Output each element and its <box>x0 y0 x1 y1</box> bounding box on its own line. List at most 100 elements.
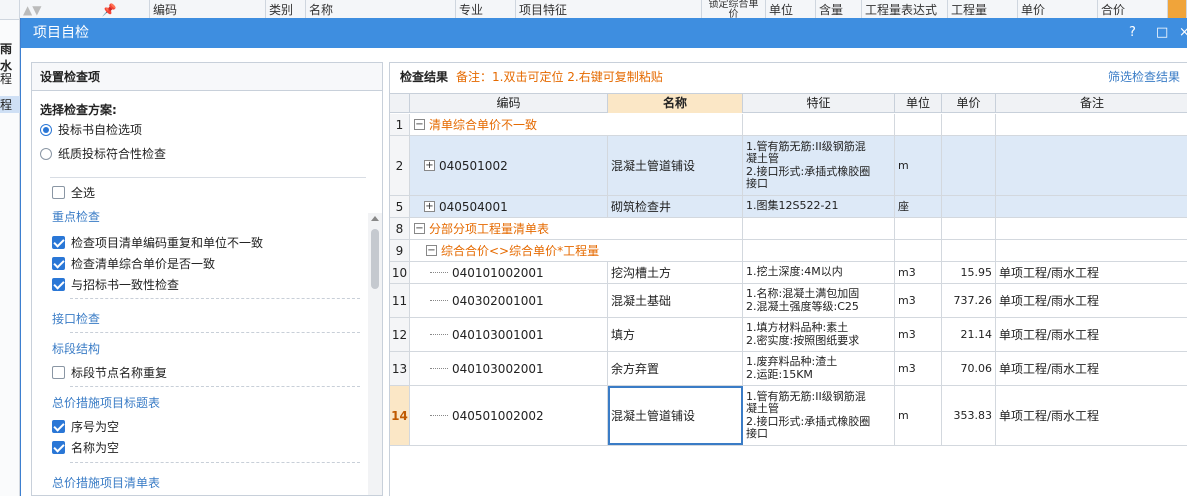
bg-col-unit[interactable]: 单位 <box>766 0 816 20</box>
remark-cell[interactable]: 单项工程/雨水工程 <box>996 284 1187 317</box>
collapse-icon[interactable]: − <box>414 119 425 130</box>
col-header-code[interactable]: 编码 <box>410 94 608 113</box>
check-item[interactable]: 与招标书一致性检查 <box>52 276 179 294</box>
feature-cell[interactable]: 1.挖土深度:4M以内 <box>743 262 895 283</box>
pin-icon[interactable]: 📌 <box>101 0 116 20</box>
category-cell[interactable]: − 清单综合单价不一致 <box>410 114 743 135</box>
empty-cell[interactable] <box>996 240 1187 261</box>
result-row[interactable]: 2 +040501002 混凝土管道铺设 1.管有筋无筋:II级钢筋混 凝土管 2.接口形… <box>390 136 1187 196</box>
checkbox-checked-icon[interactable] <box>52 236 65 249</box>
bg-col-content[interactable]: 含量 <box>816 0 862 20</box>
feature-cell[interactable]: 1.填方材料品种:素土 2.密实度:按照图纸要求 <box>743 318 895 351</box>
col-header-price[interactable]: 单价 <box>942 94 996 113</box>
remark-cell[interactable] <box>996 196 1187 217</box>
result-row[interactable]: 14 040501002002 混凝土管道铺设 1.管有筋无筋:II级钢筋混 凝土管 2.… <box>390 386 1187 446</box>
name-cell[interactable]: 混凝土管道铺设 <box>608 386 743 445</box>
price-cell[interactable]: 15.95 <box>942 262 996 283</box>
expand-icon[interactable]: + <box>424 201 435 212</box>
empty-cell[interactable] <box>895 218 942 239</box>
remark-cell[interactable] <box>996 136 1187 195</box>
filter-results-link[interactable]: 筛选检查结果 <box>1108 63 1180 91</box>
result-row[interactable]: 1− 清单综合单价不一致 <box>390 114 1187 136</box>
code-cell[interactable]: +040504001 <box>410 196 608 217</box>
code-cell[interactable]: 040501002002 <box>410 386 608 445</box>
empty-cell[interactable] <box>743 240 895 261</box>
checkbox-checked-icon[interactable] <box>52 278 65 291</box>
collapse-icon[interactable]: − <box>414 223 425 234</box>
empty-cell[interactable] <box>942 114 996 135</box>
bg-col-type[interactable]: 类别 <box>266 0 306 20</box>
check-item[interactable]: 检查项目清单编码重复和单位不一致 <box>52 234 263 252</box>
bg-col-price[interactable]: 单价 <box>1018 0 1098 20</box>
name-cell[interactable]: 填方 <box>608 318 743 351</box>
price-cell[interactable] <box>942 196 996 217</box>
bg-col-locked-price[interactable]: 锁定综合单价 <box>702 0 766 20</box>
feature-cell[interactable]: 1.名称:混凝土满包加固 2.混凝土强度等级:C25 <box>743 284 895 317</box>
radio-unselected-icon[interactable] <box>40 148 52 160</box>
bg-col-expression[interactable]: 工程量表达式 <box>862 0 948 20</box>
check-item[interactable]: 序号为空 <box>52 418 119 436</box>
arrow-up-icon[interactable]: ▲ <box>23 0 32 20</box>
result-row[interactable]: 10 040101002001 挖沟槽土方 1.挖土深度:4M以内 m3 15.95 单项工… <box>390 262 1187 284</box>
scroll-thumb[interactable] <box>371 229 379 289</box>
empty-cell[interactable] <box>743 114 895 135</box>
empty-cell[interactable] <box>895 240 942 261</box>
radio-selected-icon[interactable] <box>40 124 52 136</box>
check-item[interactable]: 标段节点名称重复 <box>52 364 167 382</box>
empty-cell[interactable] <box>942 240 996 261</box>
unit-cell[interactable]: m <box>895 386 942 445</box>
name-cell[interactable]: 砌筑检查井 <box>608 196 743 217</box>
result-row[interactable]: 8− 分部分项工程量清单表 <box>390 218 1187 240</box>
col-header-remark[interactable]: 备注 <box>996 94 1187 113</box>
row-number[interactable]: 13 <box>390 352 410 385</box>
close-icon[interactable]: × <box>1179 18 1187 48</box>
feature-cell[interactable]: 1.管有筋无筋:II级钢筋混 凝土管 2.接口形式:承插式橡胶圈 接口 <box>743 136 895 195</box>
checkbox-checked-icon[interactable] <box>52 257 65 270</box>
row-number[interactable]: 9 <box>390 240 410 261</box>
check-item[interactable]: 名称为空 <box>52 439 119 457</box>
unit-cell[interactable]: m3 <box>895 284 942 317</box>
result-row[interactable]: 11 040302001001 混凝土基础 1.名称:混凝土满包加固 2.混凝土强度等级… <box>390 284 1187 318</box>
row-number[interactable]: 12 <box>390 318 410 351</box>
col-header-feature[interactable]: 特征 <box>743 94 895 113</box>
empty-cell[interactable] <box>895 114 942 135</box>
unit-cell[interactable]: m <box>895 136 942 195</box>
row-number[interactable]: 2 <box>390 136 410 195</box>
row-number[interactable]: 5 <box>390 196 410 217</box>
arrow-down-icon[interactable]: ▼ <box>32 0 41 20</box>
checkbox-checked-icon[interactable] <box>52 420 65 433</box>
bg-col-feature[interactable]: 项目特征 <box>516 0 702 20</box>
unit-cell[interactable]: 座 <box>895 196 942 217</box>
unit-cell[interactable]: m3 <box>895 262 942 283</box>
name-cell[interactable]: 混凝土管道铺设 <box>608 136 743 195</box>
help-icon[interactable]: ? <box>1129 18 1136 48</box>
category-cell[interactable]: − 综合合价<>综合单价*工程量 <box>410 240 743 261</box>
feature-cell[interactable]: 1.管有筋无筋:II级钢筋混 凝土管 2.接口形式:承插式橡胶圈 接口 <box>743 386 895 445</box>
name-cell[interactable]: 挖沟槽土方 <box>608 262 743 283</box>
row-number[interactable]: 10 <box>390 262 410 283</box>
bg-col-name[interactable]: 名称 <box>306 0 456 20</box>
collapse-icon[interactable]: − <box>426 245 437 256</box>
code-cell[interactable]: +040501002 <box>410 136 608 195</box>
name-cell[interactable]: 混凝土基础 <box>608 284 743 317</box>
row-number[interactable]: 8 <box>390 218 410 239</box>
unit-cell[interactable]: m3 <box>895 318 942 351</box>
bg-col-major[interactable]: 专业 <box>456 0 516 20</box>
col-header-unit[interactable]: 单位 <box>895 94 942 113</box>
remark-cell[interactable]: 单项工程/雨水工程 <box>996 386 1187 445</box>
checkbox-checked-icon[interactable] <box>52 441 65 454</box>
select-all-checkbox[interactable]: 全选 <box>52 184 95 202</box>
empty-cell[interactable] <box>996 114 1187 135</box>
scroll-up-icon[interactable] <box>371 216 379 221</box>
feature-cell[interactable]: 1.废弃料品种:渣土 2.运距:15KM <box>743 352 895 385</box>
code-cell[interactable]: 040103002001 <box>410 352 608 385</box>
row-number[interactable]: 1 <box>390 114 410 135</box>
price-cell[interactable]: 70.06 <box>942 352 996 385</box>
price-cell[interactable] <box>942 136 996 195</box>
scheme-option-paper-compliance[interactable]: 纸质投标符合性检查 <box>40 145 166 163</box>
price-cell[interactable]: 21.14 <box>942 318 996 351</box>
code-cell[interactable]: 040103001001 <box>410 318 608 351</box>
result-row[interactable]: 13 040103002001 余方弃置 1.废弃料品种:渣土 2.运距:15KM m3 7… <box>390 352 1187 386</box>
empty-cell[interactable] <box>942 218 996 239</box>
bg-tree-item[interactable]: 程 <box>0 70 20 87</box>
